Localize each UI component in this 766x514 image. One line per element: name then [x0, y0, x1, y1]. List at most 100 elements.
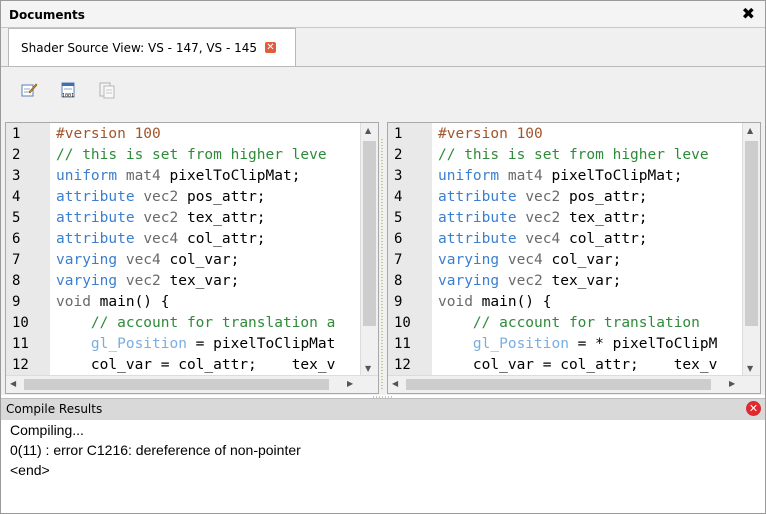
pane-splitter[interactable]: [379, 139, 385, 389]
code-token: #version: [438, 126, 517, 142]
tab-shader-source-view[interactable]: Shader Source View: VS - 147, VS - 145 ✕: [8, 28, 296, 66]
code-line: varying vec2 tex_var;: [438, 273, 621, 289]
output-line: <end>: [10, 462, 50, 478]
horizontal-scrollbar[interactable]: ◀ ▶: [388, 375, 760, 393]
scroll-down-icon[interactable]: ▼: [747, 364, 753, 373]
code-line: attribute vec2 pos_attr;: [438, 189, 648, 205]
code-token: vec2: [507, 273, 543, 289]
view-source-icon[interactable]: [98, 81, 116, 99]
code-token: varying: [56, 252, 126, 268]
code-line: // this is set from higher leve: [56, 147, 327, 163]
scroll-right-icon[interactable]: ▶: [347, 379, 353, 388]
scroll-left-icon[interactable]: ◀: [392, 379, 398, 388]
vertical-scrollbar[interactable]: ▲ ▼: [742, 123, 760, 376]
tab-label: Shader Source View: VS - 147, VS - 145: [21, 41, 258, 55]
code-line: void main() {: [438, 294, 552, 310]
scroll-thumb[interactable]: [406, 379, 711, 390]
code-token: pixelToClipMat;: [542, 168, 683, 184]
scroll-up-icon[interactable]: ▲: [365, 126, 371, 135]
output-line: 0(11) : error C1216: dereference of non-…: [10, 442, 301, 458]
code-token: col_var;: [542, 252, 622, 268]
code-line: varying vec4 col_var;: [438, 252, 621, 268]
line-number: 8: [394, 273, 403, 289]
code-token: = pixelToClipMat: [186, 336, 336, 352]
code-line: attribute vec2 tex_attr;: [438, 210, 648, 226]
code-token: gl_Position: [90, 336, 187, 352]
code-token: vec4: [525, 231, 561, 247]
code-line: varying vec2 tex_var;: [56, 273, 239, 289]
scroll-thumb[interactable]: [745, 141, 758, 326]
code-token: vec2: [143, 210, 179, 226]
left-editor-pane[interactable]: 1 2 3 4 5 6 7 8 9 10 11 12 #version 100// this is s…: [5, 122, 379, 394]
code-token: pos_attr;: [178, 189, 266, 205]
code-line: void main() {: [56, 294, 170, 310]
code-token: vec4: [507, 252, 543, 268]
line-number: 12: [394, 357, 411, 373]
code-area[interactable]: #version 100 // this is set from higher l…: [56, 123, 360, 375]
code-token: mat4: [507, 168, 543, 184]
edit-icon[interactable]: [20, 81, 38, 99]
code-token: = * pixelToClipM: [568, 336, 718, 352]
code-line: // account for translation: [438, 315, 709, 331]
line-number: 1: [12, 126, 21, 142]
code-token: main() {: [472, 294, 552, 310]
line-number: 7: [394, 252, 403, 268]
code-token: attribute: [438, 231, 526, 247]
line-number: 4: [12, 189, 21, 205]
vertical-scrollbar[interactable]: ▲ ▼: [360, 123, 378, 376]
code-token: uniform: [56, 168, 126, 184]
code-token: attribute: [56, 210, 144, 226]
code-token: tex_attr;: [178, 210, 266, 226]
code-line: #version 100: [438, 126, 543, 142]
code-token: attribute: [438, 189, 526, 205]
title-bar: Documents ✖: [1, 1, 765, 28]
code-token: vec2: [143, 189, 179, 205]
scroll-thumb[interactable]: [363, 141, 376, 326]
scroll-thumb[interactable]: [24, 379, 329, 390]
line-number: 5: [394, 210, 403, 226]
close-window-icon[interactable]: ✖: [742, 5, 755, 23]
line-number: 4: [394, 189, 403, 205]
code-token: void: [56, 294, 91, 310]
code-token: // this is set from higher leve: [56, 147, 327, 163]
error-close-icon[interactable]: ✕: [746, 401, 761, 416]
scroll-down-icon[interactable]: ▼: [365, 364, 371, 373]
code-token: varying: [56, 273, 126, 289]
line-number: 10: [12, 315, 29, 331]
code-area[interactable]: #version 100 // this is set from higher l…: [438, 123, 742, 375]
scroll-left-icon[interactable]: ◀: [10, 379, 16, 388]
code-token: col_var = col_attr; tex_v: [56, 357, 336, 373]
code-token: vec4: [125, 252, 161, 268]
tab-close-icon[interactable]: ✕: [265, 42, 276, 53]
code-token: vec2: [525, 210, 561, 226]
code-token: void: [438, 294, 473, 310]
line-number: 3: [12, 168, 21, 184]
code-token: pos_attr;: [560, 189, 648, 205]
code-token: tex_var;: [160, 273, 240, 289]
horizontal-scrollbar[interactable]: ◀ ▶: [6, 375, 378, 393]
code-token: vec2: [525, 189, 561, 205]
scroll-up-icon[interactable]: ▲: [747, 126, 753, 135]
line-number: 6: [394, 231, 403, 247]
line-number: 12: [12, 357, 29, 373]
tab-strip: Shader Source View: VS - 147, VS - 145 ✕: [1, 28, 765, 67]
code-line: attribute vec4 col_attr;: [56, 231, 266, 247]
line-number-gutter: 1 2 3 4 5 6 7 8 9 10 11 12: [388, 123, 432, 375]
line-number: 11: [394, 336, 411, 352]
line-number: 6: [12, 231, 21, 247]
code-token: gl_Position: [472, 336, 569, 352]
line-number: 1: [394, 126, 403, 142]
code-line: uniform mat4 pixelToClipMat;: [438, 168, 682, 184]
code-line: col_var = col_attr; tex_v: [438, 357, 717, 373]
code-line: gl_Position = * pixelToClipM: [438, 336, 717, 352]
compile-icon[interactable]: 1001: [59, 81, 77, 99]
svg-text:1001: 1001: [62, 93, 74, 99]
code-token: col_var;: [160, 252, 240, 268]
code-line: // this is set from higher leve: [438, 147, 709, 163]
scroll-right-icon[interactable]: ▶: [729, 379, 735, 388]
code-token: col_attr;: [560, 231, 648, 247]
line-number-gutter: 1 2 3 4 5 6 7 8 9 10 11 12: [6, 123, 50, 375]
right-editor-pane[interactable]: 1 2 3 4 5 6 7 8 9 10 11 12 #version 100// this is s…: [387, 122, 761, 394]
